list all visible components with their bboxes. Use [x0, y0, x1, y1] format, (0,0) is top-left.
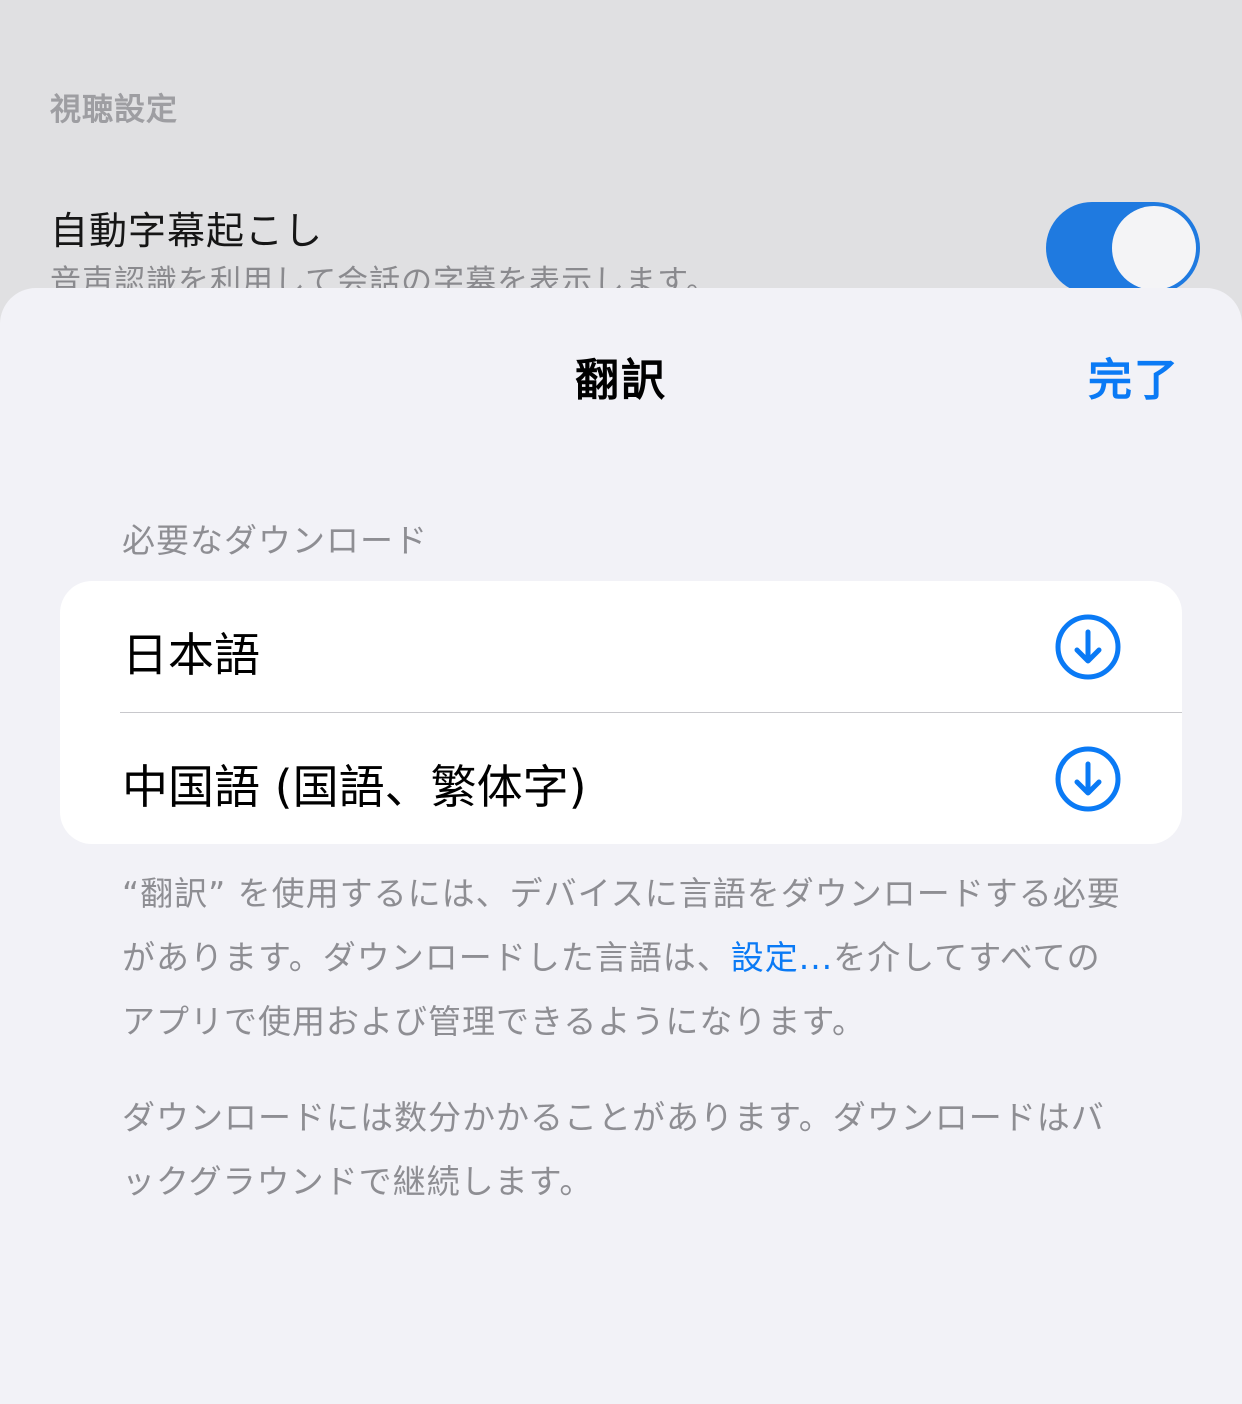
- language-label: 中国語 (国語、繁体字): [122, 760, 587, 814]
- required-downloads-header: 必要なダウンロード: [122, 521, 428, 560]
- toggle-knob: [1112, 206, 1196, 290]
- translation-sheet: 翻訳 完了 必要なダウンロード 日本語 中国語 (国語、繁体字) “翻訳” を使…: [0, 288, 1242, 1404]
- download-circle-icon[interactable]: [1054, 613, 1122, 681]
- sheet-title: 翻訳: [575, 355, 667, 406]
- section-title-viewing-settings: 視聴設定: [50, 92, 178, 128]
- auto-captions-label: 自動字幕起こし: [50, 209, 324, 253]
- footer-explanation: “翻訳” を使用するには、デバイスに言語をダウンロードする必要があります。ダウン…: [122, 862, 1132, 1054]
- done-button[interactable]: 完了: [1088, 344, 1180, 408]
- language-list: 日本語 中国語 (国語、繁体字): [60, 581, 1182, 844]
- footer-download-note: ダウンロードには数分かかることがあります。ダウンロードはバックグラウンドで継続し…: [122, 1098, 1105, 1201]
- list-item-chinese-traditional: 中国語 (国語、繁体字): [60, 713, 1182, 844]
- auto-captions-toggle[interactable]: [1046, 202, 1200, 294]
- language-label: 日本語: [122, 628, 260, 682]
- settings-link[interactable]: 設定...: [731, 938, 833, 977]
- download-circle-icon[interactable]: [1054, 745, 1122, 813]
- list-item-japanese: 日本語: [60, 581, 1182, 713]
